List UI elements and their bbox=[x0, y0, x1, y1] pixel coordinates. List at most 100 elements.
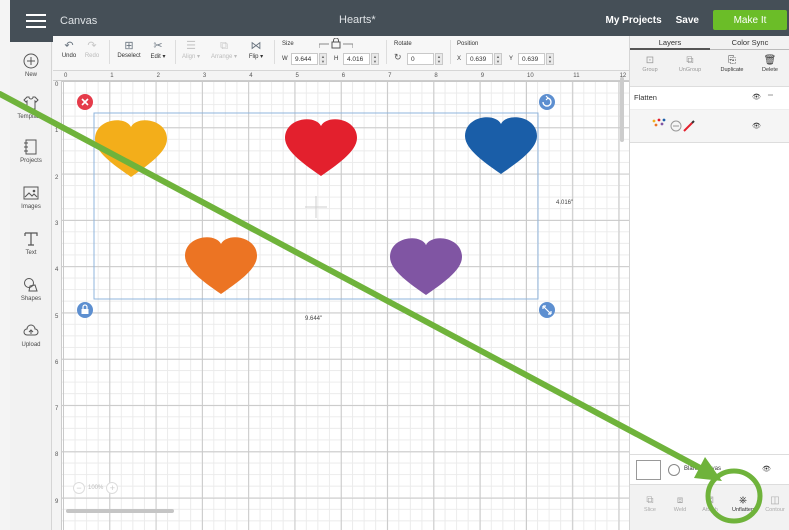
deselect-button[interactable]: ⊞ Deselect bbox=[115, 40, 143, 59]
align-icon: ☰ bbox=[186, 40, 196, 52]
app-title: Canvas bbox=[60, 15, 98, 27]
x-stepper[interactable]: ▲ ▼ bbox=[494, 53, 502, 65]
ruler-left-tick: 0 bbox=[55, 82, 59, 88]
attach-button[interactable]: ⊠ Attach bbox=[696, 495, 724, 513]
edit-label: Edit ▾ bbox=[150, 54, 166, 60]
unflatten-label: Unflatten bbox=[731, 507, 754, 513]
sidebar-label-new: New bbox=[24, 72, 37, 78]
weld-label: Weld bbox=[673, 507, 687, 513]
tab-color-sync[interactable]: Color Sync bbox=[710, 36, 789, 50]
ungroup-label: UnGroup bbox=[678, 67, 702, 73]
sidebar-label-projects: Projects bbox=[20, 158, 42, 164]
horizontal-scrollbar[interactable] bbox=[66, 509, 174, 513]
sidebar-item-upload[interactable]: Upload bbox=[10, 322, 52, 348]
flip-dropdown[interactable]: ⋈ Flip ▾ bbox=[245, 40, 267, 60]
canvas-shape-option[interactable] bbox=[668, 464, 680, 476]
width-field[interactable]: 9.644 bbox=[291, 53, 318, 65]
sidebar-item-templates[interactable]: Templates bbox=[10, 94, 52, 120]
flip-icon: ⋈ bbox=[250, 40, 262, 52]
unflatten-icon: ⎈ bbox=[739, 495, 747, 506]
sidebar-item-new[interactable]: New bbox=[10, 52, 52, 78]
undo-button[interactable]: ↶ Undo bbox=[60, 40, 78, 59]
layers-panel: Layers Color Sync ⊡ Group ⧉ UnGroup ⎘ Du… bbox=[629, 36, 789, 530]
duplicate-button[interactable]: ⎘ Duplicate bbox=[714, 54, 750, 73]
arrange-dropdown[interactable]: ⧉ Arrange ▾ bbox=[209, 40, 239, 60]
rotate-handle-icon bbox=[539, 94, 555, 110]
save-button[interactable]: Save bbox=[676, 15, 699, 26]
ruler-left-tick: 3 bbox=[55, 220, 59, 227]
layer-row-flattened[interactable]: 👁 bbox=[630, 109, 789, 143]
sidebar-item-text[interactable]: Text bbox=[10, 230, 52, 256]
hide-eye-icon[interactable]: 👁 bbox=[762, 465, 771, 473]
heart-orange bbox=[185, 237, 257, 294]
my-projects-link[interactable]: My Projects bbox=[606, 15, 662, 26]
y-position-field[interactable]: 0.639 bbox=[518, 53, 545, 65]
ruler-left-tick: 5 bbox=[55, 313, 59, 320]
delete-button[interactable]: 🗑 Delete bbox=[754, 54, 786, 73]
sidebar-item-images[interactable]: Images bbox=[10, 184, 52, 210]
unflatten-button[interactable]: ⎈ Unflatten bbox=[726, 495, 760, 513]
ungroup-button[interactable]: ⧉ UnGroup bbox=[674, 54, 706, 73]
position-label: Position bbox=[457, 41, 479, 47]
weld-button[interactable]: ⧈ Weld bbox=[666, 495, 694, 513]
height-dimension-label: 4.016" bbox=[556, 200, 574, 206]
height-field[interactable]: 4.016 bbox=[343, 53, 370, 65]
scissors-icon: ✂ bbox=[153, 40, 163, 52]
text-icon bbox=[24, 232, 38, 246]
y-stepper[interactable]: ▲ ▼ bbox=[546, 53, 554, 65]
delete-label: Delete bbox=[762, 67, 778, 73]
redo-button[interactable]: ↷ Redo bbox=[83, 40, 101, 59]
eye-icon[interactable]: 👁 bbox=[752, 93, 761, 101]
menu-icon[interactable] bbox=[26, 14, 46, 28]
center-crosshair bbox=[305, 196, 327, 218]
rotate-field[interactable]: 0 bbox=[407, 53, 434, 65]
sidebar-label-images: Images bbox=[21, 204, 41, 210]
contour-label: Contour bbox=[765, 507, 785, 513]
x-position-field[interactable]: 0.639 bbox=[466, 53, 493, 65]
duplicate-icon: ⎘ bbox=[728, 55, 736, 66]
image-icon bbox=[23, 186, 39, 200]
attach-label: Attach bbox=[702, 507, 718, 513]
zoom-in-button[interactable]: + bbox=[106, 482, 119, 494]
heart-purple bbox=[390, 238, 462, 295]
trash-icon: 🗑 bbox=[763, 55, 777, 66]
sidebar-item-projects[interactable]: Projects bbox=[10, 138, 52, 164]
blank-canvas-row[interactable]: Blank Canvas 👁 bbox=[630, 454, 789, 484]
tab-layers[interactable]: Layers bbox=[630, 36, 710, 50]
vertical-scrollbar[interactable] bbox=[620, 77, 624, 142]
y-label: Y bbox=[509, 56, 514, 62]
sidebar-item-shapes[interactable]: Shapes bbox=[10, 276, 52, 302]
lock-icon[interactable] bbox=[319, 38, 353, 49]
contour-button[interactable]: ◫ Contour bbox=[760, 495, 789, 513]
align-dropdown[interactable]: ☰ Align ▾ bbox=[180, 40, 202, 60]
ruler-left: 0 1 2 3 4 5 6 7 8 9 bbox=[53, 81, 62, 530]
rotate-stepper[interactable]: ▲ ▼ bbox=[435, 53, 443, 65]
width-stepper[interactable]: ▲ ▼ bbox=[319, 53, 327, 65]
make-it-button[interactable]: Make It bbox=[713, 10, 787, 30]
x-label: X bbox=[457, 56, 462, 62]
collapse-icon[interactable]: ═ bbox=[768, 92, 773, 99]
design-canvas[interactable]: 9.644" 4.016" bbox=[53, 72, 629, 530]
zoom-out-button[interactable]: − bbox=[73, 482, 85, 494]
align-label: Align ▾ bbox=[181, 54, 201, 60]
canvas-color-swatch[interactable] bbox=[636, 460, 661, 480]
cricut-design-space-window: Canvas Hearts* My Projects Save Make It … bbox=[0, 0, 789, 530]
shirt-icon bbox=[23, 96, 39, 110]
lock-handle-icon bbox=[77, 302, 93, 318]
height-stepper[interactable]: ▲ ▼ bbox=[371, 53, 379, 65]
ruler-top-tick: 9 bbox=[480, 73, 485, 79]
blank-canvas-label: Blank Canvas bbox=[684, 466, 722, 472]
eye-icon[interactable]: 👁 bbox=[752, 122, 761, 130]
layer-thumbnail-icon bbox=[652, 118, 695, 132]
duplicate-label: Duplicate bbox=[720, 67, 744, 73]
slice-button[interactable]: ⧉ Slice bbox=[636, 495, 664, 513]
group-button[interactable]: ⊡ Group bbox=[634, 54, 666, 73]
sidebar-label-upload: Upload bbox=[21, 342, 41, 348]
ruler-left-tick: 2 bbox=[55, 174, 59, 181]
redo-icon: ↷ bbox=[87, 40, 97, 52]
sidebar-label-shapes: Shapes bbox=[20, 296, 42, 302]
layers-list: Flatten 👁 ═ 👁 bbox=[630, 86, 789, 456]
group-label: Group bbox=[642, 67, 658, 73]
edit-dropdown[interactable]: ✂ Edit ▾ bbox=[147, 40, 169, 60]
layer-group-row[interactable]: Flatten 👁 ═ bbox=[630, 87, 789, 109]
